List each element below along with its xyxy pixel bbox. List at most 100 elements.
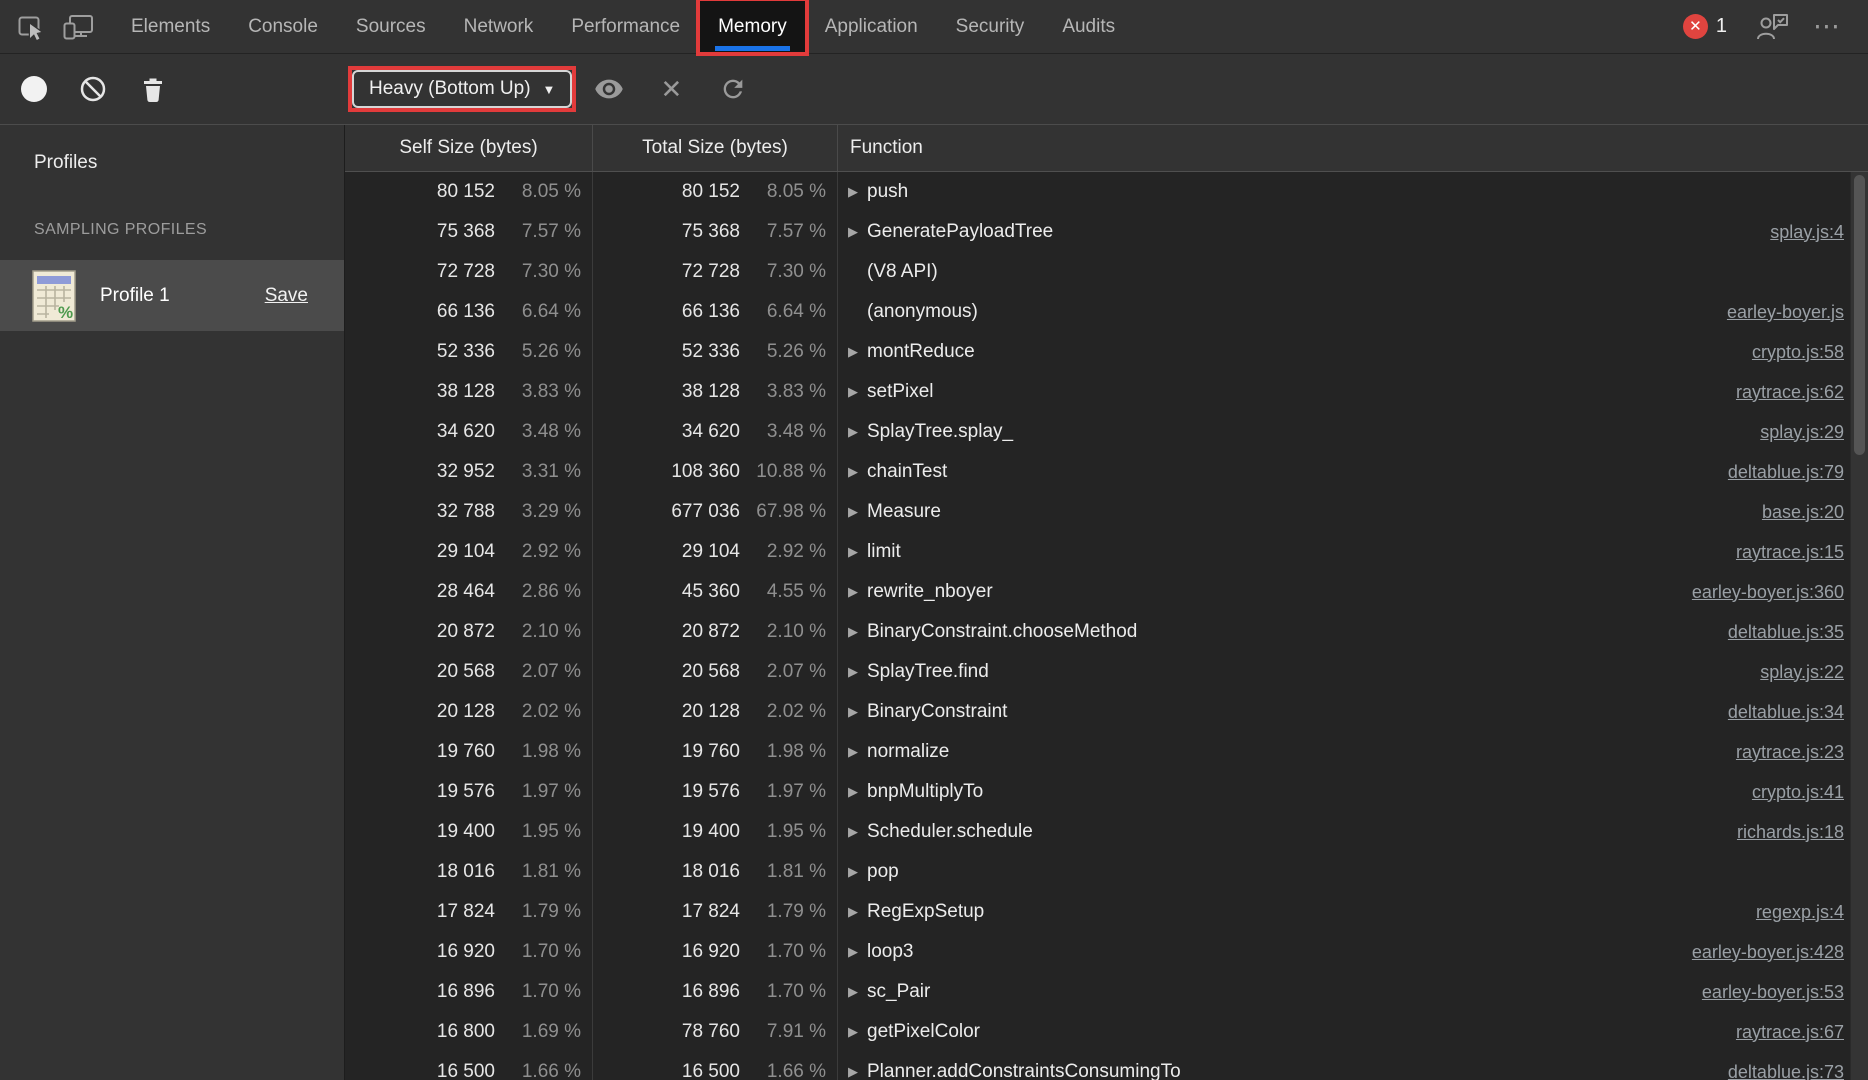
source-link[interactable]: deltablue.js:35 (1708, 622, 1844, 643)
expand-arrow-icon[interactable]: ▶ (848, 784, 865, 800)
source-link[interactable]: crypto.js:58 (1732, 342, 1844, 363)
tab-console[interactable]: Console (229, 0, 337, 53)
table-row[interactable]: 29 104 2.92 % 29 104 2.92 % ▶ limit rayt… (345, 532, 1868, 572)
table-row[interactable]: 19 400 1.95 % 19 400 1.95 % ▶ Scheduler.… (345, 812, 1868, 852)
expand-arrow-icon[interactable]: ▶ (848, 344, 865, 360)
source-link[interactable]: base.js:20 (1742, 502, 1844, 523)
expand-arrow-icon[interactable]: ▶ (848, 184, 865, 200)
vertical-scrollbar[interactable] (1850, 172, 1868, 1080)
table-row[interactable]: 20 568 2.07 % 20 568 2.07 % ▶ SplayTree.… (345, 652, 1868, 692)
expand-arrow-icon[interactable]: ▶ (848, 1064, 865, 1080)
delete-profile-trash-icon[interactable] (136, 72, 170, 106)
table-row[interactable]: 72 728 7.30 % 72 728 7.30 % ▶ (V8 API) (345, 252, 1868, 292)
expand-arrow-icon[interactable]: ▶ (848, 984, 865, 1000)
expand-arrow-icon[interactable]: ▶ (848, 504, 865, 520)
source-link[interactable]: splay.js:22 (1740, 662, 1844, 683)
save-link[interactable]: Save (265, 285, 308, 307)
expand-arrow-icon[interactable]: ▶ (848, 424, 865, 440)
table-row[interactable]: 34 620 3.48 % 34 620 3.48 % ▶ SplayTree.… (345, 412, 1868, 452)
source-link[interactable]: earley-boyer.js:428 (1672, 942, 1844, 963)
tab-audits[interactable]: Audits (1043, 0, 1134, 53)
expand-arrow-icon[interactable]: ▶ (848, 864, 865, 880)
table-row[interactable]: 16 896 1.70 % 16 896 1.70 % ▶ sc_Pair ea… (345, 972, 1868, 1012)
table-row[interactable]: 80 152 8.05 % 80 152 8.05 % ▶ push (345, 172, 1868, 212)
source-link[interactable]: splay.js:4 (1750, 222, 1844, 243)
table-row[interactable]: 38 128 3.83 % 38 128 3.83 % ▶ setPixel r… (345, 372, 1868, 412)
table-row[interactable]: 66 136 6.64 % 66 136 6.64 % ▶ (anonymous… (345, 292, 1868, 332)
function-name: bnpMultiplyTo (867, 781, 984, 802)
source-link[interactable]: crypto.js:41 (1732, 782, 1844, 803)
function-name: GeneratePayloadTree (867, 221, 1054, 242)
function-name: push (867, 181, 909, 202)
tab-sources[interactable]: Sources (337, 0, 445, 53)
source-link[interactable]: raytrace.js:62 (1716, 382, 1844, 403)
table-row[interactable]: 16 500 1.66 % 16 500 1.66 % ▶ Planner.ad… (345, 1052, 1868, 1080)
source-link[interactable]: earley-boyer.js:360 (1672, 582, 1844, 603)
error-badge-icon[interactable]: ✕ (1682, 14, 1708, 39)
table-row[interactable]: 28 464 2.86 % 45 360 4.55 % ▶ rewrite_nb… (345, 572, 1868, 612)
table-row[interactable]: 19 760 1.98 % 19 760 1.98 % ▶ normalize … (345, 732, 1868, 772)
table-row[interactable]: 16 800 1.69 % 78 760 7.91 % ▶ getPixelCo… (345, 1012, 1868, 1052)
table-row[interactable]: 75 368 7.57 % 75 368 7.57 % ▶ GeneratePa… (345, 212, 1868, 252)
record-heap-profile-button[interactable] (21, 76, 47, 102)
table-row[interactable]: 16 920 1.70 % 16 920 1.70 % ▶ loop3 earl… (345, 932, 1868, 972)
expand-arrow-icon[interactable]: ▶ (848, 744, 865, 760)
tab-application[interactable]: Application (806, 0, 937, 53)
tab-memory[interactable]: Memory (696, 0, 809, 56)
source-link[interactable]: raytrace.js:15 (1716, 542, 1844, 563)
table-row[interactable]: 20 128 2.02 % 20 128 2.02 % ▶ BinaryCons… (345, 692, 1868, 732)
expand-arrow-icon[interactable]: ▶ (848, 464, 865, 480)
tab-performance[interactable]: Performance (552, 0, 699, 53)
table-row[interactable]: 52 336 5.26 % 52 336 5.26 % ▶ montReduce… (345, 332, 1868, 372)
more-options-icon[interactable]: ⋯ (1813, 13, 1842, 40)
source-link[interactable]: splay.js:29 (1740, 422, 1844, 443)
view-mode-dropdown[interactable]: Heavy (Bottom Up) ▼ (352, 70, 573, 108)
inspect-element-icon[interactable] (12, 8, 50, 46)
source-link[interactable]: raytrace.js:67 (1716, 1022, 1844, 1043)
source-link[interactable]: regexp.js:4 (1736, 902, 1844, 923)
column-header-function[interactable]: Function (838, 125, 1868, 171)
source-link[interactable]: earley-boyer.js:53 (1682, 982, 1844, 1003)
tab-elements[interactable]: Elements (112, 0, 229, 53)
profile-item[interactable]: % Profile 1 Save (0, 260, 344, 331)
self-size-cell: 29 104 2.92 % (345, 532, 593, 572)
expand-arrow-icon[interactable]: ▶ (848, 944, 865, 960)
tab-security[interactable]: Security (937, 0, 1044, 53)
expand-arrow-icon[interactable]: ▶ (848, 704, 865, 720)
table-row[interactable]: 20 872 2.10 % 20 872 2.10 % ▶ BinaryCons… (345, 612, 1868, 652)
expand-arrow-icon[interactable]: ▶ (848, 224, 865, 240)
table-row[interactable]: 32 788 3.29 % 677 036 67.98 % ▶ Measure … (345, 492, 1868, 532)
source-link[interactable]: deltablue.js:34 (1708, 702, 1844, 723)
expand-arrow-icon[interactable]: ▶ (848, 584, 865, 600)
refresh-icon[interactable] (716, 72, 750, 106)
source-link[interactable]: deltablue.js:73 (1708, 1062, 1844, 1080)
total-size-percent: 2.07 % (766, 661, 826, 682)
expand-arrow-icon[interactable]: ▶ (848, 624, 865, 640)
expand-arrow-icon[interactable]: ▶ (848, 544, 865, 560)
source-link[interactable]: deltablue.js:79 (1708, 462, 1844, 483)
table-row[interactable]: 32 952 3.31 % 108 360 10.88 % ▶ chainTes… (345, 452, 1868, 492)
expand-arrow-icon[interactable]: ▶ (848, 664, 865, 680)
scrollbar-thumb[interactable] (1854, 175, 1865, 455)
table-row[interactable]: 18 016 1.81 % 18 016 1.81 % ▶ pop (345, 852, 1868, 892)
total-size-percent: 6.64 % (766, 301, 826, 322)
total-size-value: 19 400 (681, 821, 740, 842)
table-row[interactable]: 19 576 1.97 % 19 576 1.97 % ▶ bnpMultipl… (345, 772, 1868, 812)
source-link[interactable]: raytrace.js:23 (1716, 742, 1844, 763)
expand-arrow-icon[interactable]: ▶ (848, 1024, 865, 1040)
close-icon[interactable]: ✕ (654, 72, 688, 106)
table-row[interactable]: 17 824 1.79 % 17 824 1.79 % ▶ RegExpSetu… (345, 892, 1868, 932)
column-header-total-size[interactable]: Total Size (bytes) (593, 125, 838, 171)
column-header-self-size[interactable]: Self Size (bytes) (345, 125, 593, 171)
inspect-eye-icon[interactable] (592, 72, 626, 106)
device-toolbar-icon[interactable] (60, 8, 98, 46)
tab-network[interactable]: Network (445, 0, 553, 53)
expand-arrow-icon[interactable]: ▶ (848, 384, 865, 400)
expand-arrow-icon[interactable]: ▶ (848, 824, 865, 840)
expand-arrow-icon[interactable]: ▶ (848, 904, 865, 920)
feedback-person-icon[interactable] (1753, 8, 1791, 46)
clear-all-profiles-icon[interactable] (76, 72, 110, 106)
source-link[interactable]: richards.js:18 (1717, 822, 1844, 843)
source-link[interactable]: earley-boyer.js (1707, 302, 1844, 323)
self-size-cell: 20 128 2.02 % (345, 692, 593, 732)
